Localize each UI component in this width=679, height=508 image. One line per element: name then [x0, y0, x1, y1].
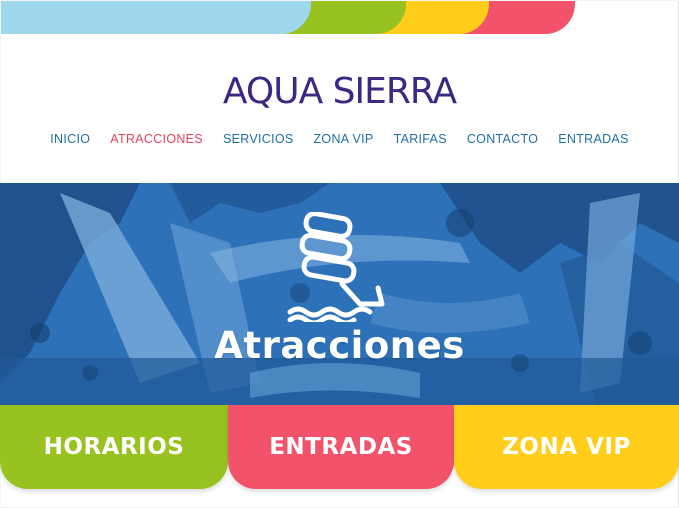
nav-item-entradas[interactable]: ENTRADAS: [558, 131, 628, 147]
entradas-button[interactable]: ENTRADAS: [228, 405, 454, 489]
nav-item-tarifas[interactable]: TARIFAS: [394, 131, 447, 147]
nav-item-servicios[interactable]: SERVICIOS: [223, 131, 294, 147]
top-bar-blue: [1, 1, 311, 34]
color-top-bar: [1, 1, 678, 34]
main-nav: INICIO ATRACCIONES SERVICIOS ZONA VIP TA…: [0, 131, 679, 147]
zona-vip-button[interactable]: ZONA VIP: [454, 405, 679, 489]
nav-item-atracciones[interactable]: ATRACCIONES: [110, 131, 203, 147]
nav-item-inicio[interactable]: INICIO: [50, 131, 90, 147]
site-logo[interactable]: AQUA SIERRA: [0, 70, 679, 114]
nav-item-contacto[interactable]: CONTACTO: [467, 131, 538, 147]
nav-item-zona-vip[interactable]: ZONA VIP: [314, 131, 374, 147]
water-slide-icon: [287, 212, 385, 322]
hero-title: Atracciones: [214, 324, 465, 367]
horarios-button[interactable]: HORARIOS: [0, 405, 228, 489]
